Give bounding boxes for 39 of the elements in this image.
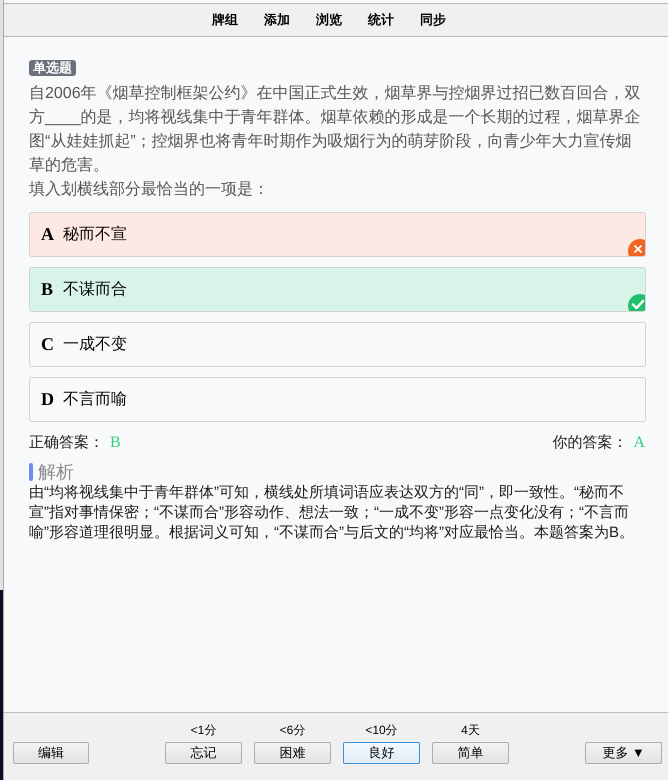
correct-answer-value: B xyxy=(110,433,121,453)
option-letter: D xyxy=(41,388,55,411)
check-icon xyxy=(628,294,645,311)
option-letter: A xyxy=(41,223,55,246)
your-answer-value: A xyxy=(633,433,645,453)
correct-answer-label: 正确答案： xyxy=(29,432,104,453)
ease-button[interactable]: 忘记 xyxy=(165,742,242,764)
more-button[interactable]: 更多 ▼ xyxy=(585,742,662,764)
question-text: 自2006年《烟草控制框架公约》在中国正式生效，烟草界与控烟界过招已数百回合，双方____的是，均将视线集中于青年群体。烟草依赖的形成是一个长期的过程，烟草界企图“从娃娃抓起”；控烟界也将青年时期作为吸烟行为的萌芽阶段，向青少年大力宣传烟草的危害。 xyxy=(29,84,642,176)
answer-option[interactable]: D 不言而喻 xyxy=(29,377,646,422)
option-text: 一成不变 xyxy=(63,334,127,354)
menu-item[interactable]: 浏览 xyxy=(316,10,342,30)
interval-label: <6分 xyxy=(280,723,306,737)
menu-item[interactable]: 牌组 xyxy=(212,10,238,30)
answer-option[interactable]: B 不谋而合 xyxy=(29,267,646,312)
option-letter: B xyxy=(41,278,54,301)
ease-button[interactable]: 困难 xyxy=(254,742,331,764)
ease-button[interactable]: 良好 xyxy=(343,742,420,764)
option-text: 秘而不宣 xyxy=(63,224,127,244)
answer-option[interactable]: A 秘而不宣 xyxy=(29,212,646,257)
menu-item[interactable]: 统计 xyxy=(368,10,394,30)
ease-button[interactable]: 简单 xyxy=(432,742,509,764)
question-prompt: 填入划横线部分最恰当的一项是： xyxy=(29,180,270,200)
option-letter: C xyxy=(41,333,55,356)
interval-label: <10分 xyxy=(365,723,398,737)
question-type-tag: 单选题 xyxy=(29,60,76,76)
cross-icon xyxy=(628,239,645,256)
edit-button[interactable]: 编辑 xyxy=(13,742,89,764)
your-answer-label: 你的答案： xyxy=(552,432,628,453)
menu-item[interactable]: 添加 xyxy=(264,10,290,30)
option-text: 不言而喻 xyxy=(63,390,127,410)
interval-label: <1分 xyxy=(190,723,216,737)
explanation-text: 由“均将视线集中于青年群体”可知，横线处所填词语应表达双方的“同”，即一致性。“秘而不宣”指对事情保密；“不谋而合”形容动作、想法一致；“一成不变”形容一点变化没有；“不言而喻”形容道理很明显。根据词义可知，“不谋而合”与后文的“均将”对应最恰当。本题答案为B。 xyxy=(29,483,635,543)
section-heading: 解析 xyxy=(38,461,74,483)
menu-item[interactable]: 同步 xyxy=(420,10,446,30)
option-text: 不谋而合 xyxy=(63,280,127,300)
interval-label: 4天 xyxy=(461,723,480,737)
answer-option[interactable]: C 一成不变 xyxy=(29,322,646,367)
accent-bar-icon xyxy=(29,463,33,481)
